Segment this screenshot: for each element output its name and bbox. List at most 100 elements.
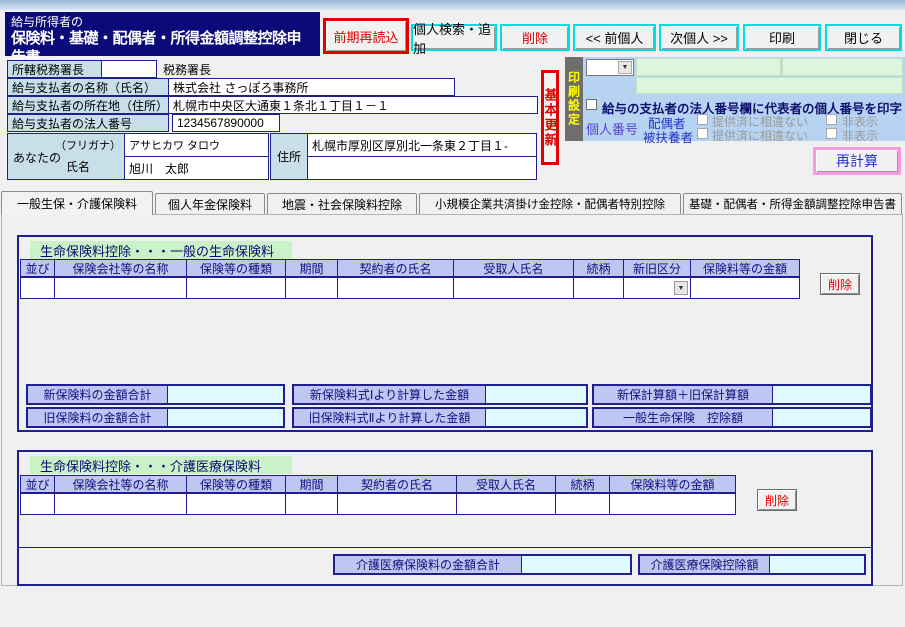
furigana-input[interactable]: アサヒカワ タロウ [124,133,269,157]
next-person-button[interactable]: 次個人 >> [659,24,739,51]
general-deduction-group: 一般生命保険 控除額 [592,407,872,428]
home-address-input-line2[interactable] [307,156,537,180]
new-premium-sum-input[interactable] [168,386,283,403]
contractor-input[interactable] [337,277,454,299]
payer-corporate-number-label: 給与支払者の法人番号 [7,114,169,132]
print-settings-field-2[interactable] [782,58,903,76]
amount-input[interactable] [690,277,800,299]
print-representative-number-checkbox[interactable] [586,99,597,110]
payer-name-label: 給与支払者の名称（氏名） [7,78,169,96]
col-new-old: 新旧区分 [623,259,691,277]
new-premium-calc-input[interactable] [486,386,586,403]
recipient-input[interactable] [453,277,574,299]
you-label: あなたの [13,149,61,166]
col-period: 期間 [285,475,338,493]
general-deduction-label: 一般生命保険 控除額 [594,409,773,426]
amount-input[interactable] [609,493,736,515]
dependents-hide-checkbox[interactable] [826,128,837,139]
window-top-gradient [0,0,905,10]
payer-address-input[interactable]: 札幌市中央区大通東１条北１丁目１－１ [168,96,538,114]
general-deduction-input[interactable] [773,409,870,426]
page-title: 給与所得者の 保険料・基礎・配偶者・所得金額調整控除申告書 [5,12,320,56]
new-old-select[interactable]: ▼ [623,277,691,299]
col-amount: 保険料等の金額 [690,259,800,277]
col-company: 保険会社等の名称 [54,259,187,277]
care-row-delete-button[interactable]: 削除 [757,489,797,511]
kind-input[interactable] [186,277,286,299]
payer-address-label: 給与支払者の所在地（住所） [7,96,169,114]
general-row-delete-button[interactable]: 削除 [820,273,860,295]
care-deduction-group: 介護医療保険控除額 [638,554,866,575]
name-label: 氏名 [66,158,90,175]
care-sum-input[interactable] [522,556,630,573]
old-premium-calc-label: 旧保険料式Ⅱより計算した金額 [294,409,486,426]
chevron-down-icon[interactable]: ▼ [674,281,688,295]
col-recipient: 受取人氏名 [453,259,574,277]
furigana-label: （フリガナ） [55,137,121,153]
tab-small-business-spouse[interactable]: 小規模企業共済掛け金控除・配偶者特別控除 [419,193,681,214]
chevron-down-icon[interactable]: ▼ [618,61,632,74]
close-button[interactable]: 閉じる [825,24,902,51]
period-input[interactable] [285,277,338,299]
tab-basic-spouse-income[interactable]: 基礎・配偶者・所得金額調整控除申告書 [683,193,902,214]
spouse-provided-checkbox[interactable] [697,114,708,125]
tab-earthquake-social[interactable]: 地震・社会保険料控除 [267,193,417,214]
care-deduction-input[interactable] [770,556,864,573]
order-input[interactable] [20,277,55,299]
print-button[interactable]: 印刷 [743,24,821,51]
spouse-hide-checkbox[interactable] [826,114,837,125]
col-period: 期間 [285,259,338,277]
payer-corporate-number-input[interactable]: 1234567890000 [172,114,280,132]
delete-person-button[interactable]: 削除 [500,24,570,51]
dependents-hide-label: 非表示 [842,127,878,144]
order-input[interactable] [20,493,55,515]
col-relation: 続柄 [555,475,610,493]
tax-office-suffix: 税務署長 [163,60,211,78]
care-medical-table-header: 並び 保険会社等の名称 保険等の種類 期間 契約者の氏名 受取人氏名 続柄 保険… [20,475,736,493]
recipient-input[interactable] [456,493,556,515]
period-input[interactable] [285,493,338,515]
old-premium-sum-input[interactable] [168,409,283,426]
dependents-provided-checkbox[interactable] [697,128,708,139]
your-name-label: あなたの （フリガナ） 氏名 [7,133,125,180]
company-input[interactable] [54,277,187,299]
tab-personal-pension[interactable]: 個人年金保険料 [155,193,265,214]
my-number-label: 個人番号 [586,119,638,138]
home-address-label: 住所 [270,133,308,180]
contractor-input[interactable] [337,493,457,515]
new-premium-calc-label: 新保険料式Ⅰより計算した金額 [294,386,486,403]
new-premium-sum-group: 新保険料の金額合計 [26,384,285,405]
payer-name-input[interactable]: 株式会社 さっぽろ事務所 [168,78,455,96]
kind-input[interactable] [186,493,286,515]
care-sum-group: 介護医療保険料の金額合計 [333,554,632,575]
recalculate-button[interactable]: 再計算 [813,147,901,175]
reload-previous-term-button[interactable]: 前期再読込 [323,18,409,54]
previous-person-button[interactable]: << 前個人 [573,24,656,51]
print-settings-combobox[interactable]: ▼ [586,59,634,76]
company-input[interactable] [54,493,187,515]
new-premium-sum-label: 新保険料の金額合計 [28,386,168,403]
combined-calc-input[interactable] [773,386,870,403]
general-life-section-title: 生命保険料控除・・・一般の生命保険料 [30,241,292,259]
general-life-table-row: ▼ [20,277,800,299]
home-address-input[interactable]: 札幌市厚別区厚別北一条東２丁目１- [307,133,537,157]
col-kind: 保険等の種類 [186,475,286,493]
old-premium-sum-group: 旧保険料の金額合計 [26,407,285,428]
basic-update-button[interactable]: 基本更新 [541,70,559,165]
col-amount: 保険料等の金額 [609,475,736,493]
new-premium-calc-group: 新保険料式Ⅰより計算した金額 [292,384,588,405]
old-premium-sum-label: 旧保険料の金額合計 [28,409,168,426]
col-relation: 続柄 [573,259,624,277]
print-settings-field-1[interactable] [636,58,781,76]
tax-office-input[interactable] [101,60,157,78]
relation-input[interactable] [555,493,610,515]
name-input[interactable]: 旭川 太郎 [124,156,269,180]
person-search-add-button[interactable]: 個人検索・追加 [411,24,497,51]
relation-input[interactable] [573,277,624,299]
col-recipient: 受取人氏名 [456,475,556,493]
combined-calc-label: 新保計算額＋旧保計算額 [594,386,773,403]
tab-general-life-care[interactable]: 一般生保・介護保険料 [1,191,153,215]
print-settings-field-3[interactable] [636,77,903,94]
old-premium-calc-input[interactable] [486,409,586,426]
care-deduction-label: 介護医療保険控除額 [640,556,770,573]
